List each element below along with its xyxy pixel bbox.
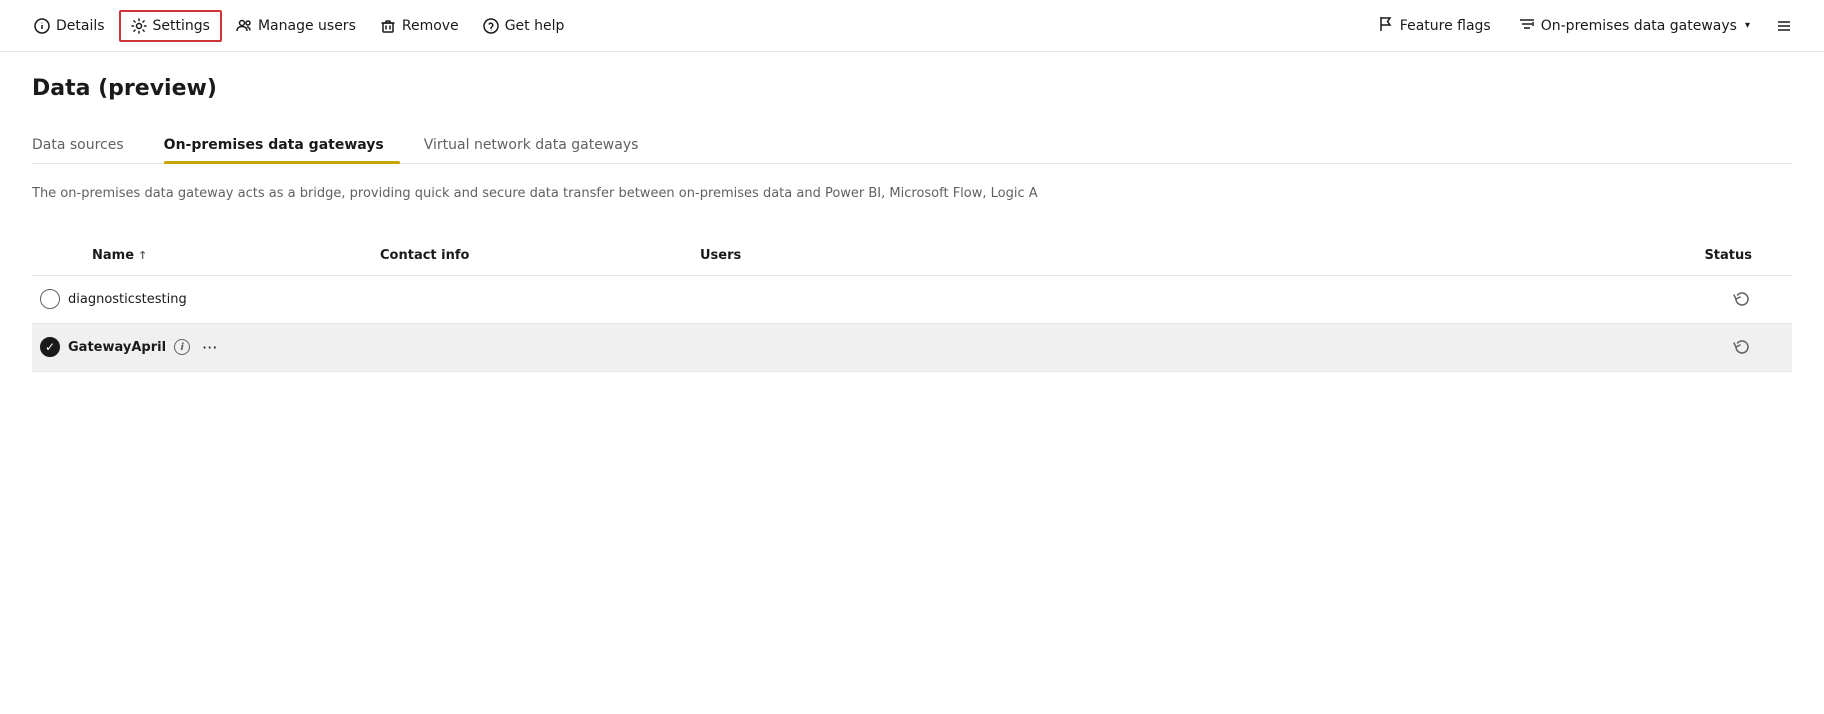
- flag-svg: [1378, 16, 1394, 32]
- row-1-name-cell: diagnosticstesting: [32, 281, 372, 317]
- chevron-down-icon: ▾: [1745, 20, 1750, 31]
- table-header: Name ↑ Contact info Users Status: [32, 236, 1792, 276]
- details-label: Details: [56, 18, 105, 34]
- manage-users-button[interactable]: Manage users: [226, 12, 366, 40]
- settings-button[interactable]: Settings: [119, 10, 222, 42]
- gear-icon: [131, 18, 147, 34]
- more-options-button[interactable]: [1768, 12, 1800, 40]
- get-help-label: Get help: [505, 18, 565, 34]
- manage-users-label: Manage users: [258, 18, 356, 34]
- row-2-more-button[interactable]: ···: [198, 336, 221, 359]
- gear-svg: [131, 18, 147, 34]
- on-premises-dropdown-label: On-premises data gateways: [1541, 18, 1737, 34]
- on-premises-dropdown-button[interactable]: On-premises data gateways ▾: [1509, 10, 1760, 42]
- toolbar-right: Feature flags On-premises data gateways …: [1368, 10, 1800, 42]
- question-svg: [483, 18, 499, 34]
- row-1-checkbox[interactable]: [40, 289, 60, 309]
- tabs-container: Data sources On-premises data gateways V…: [32, 129, 1792, 164]
- filter-svg: [1519, 16, 1535, 32]
- sort-arrow-name: ↑: [138, 249, 147, 262]
- info-circle-icon: [34, 18, 50, 34]
- trash-svg: [380, 18, 396, 34]
- column-header-name[interactable]: Name ↑: [32, 244, 372, 267]
- page-title: Data (preview): [32, 76, 1792, 101]
- table-row[interactable]: GatewayApril i ···: [32, 324, 1792, 372]
- row-1-users: [692, 291, 892, 307]
- row-1-contact: [372, 291, 692, 307]
- row-2-info-icon[interactable]: i: [174, 339, 190, 355]
- info-svg: [34, 18, 50, 34]
- details-button[interactable]: Details: [24, 12, 115, 40]
- toolbar: Details Settings Manage us: [0, 0, 1824, 52]
- people-svg: [236, 18, 252, 34]
- trash-icon: [380, 18, 396, 34]
- row-2-name: GatewayApril: [68, 340, 166, 355]
- gateway-table: Name ↑ Contact info Users Status diagnos…: [32, 236, 1792, 372]
- settings-label: Settings: [153, 18, 210, 34]
- flag-icon: [1378, 16, 1394, 36]
- refresh-status-icon-2: [1732, 337, 1752, 357]
- filter-icon: [1519, 16, 1535, 36]
- row-2-users: [692, 339, 892, 355]
- remove-button[interactable]: Remove: [370, 12, 469, 40]
- people-icon: [236, 18, 252, 34]
- column-header-users: Users: [692, 244, 892, 267]
- column-header-status: Status: [892, 244, 1792, 267]
- feature-flags-label: Feature flags: [1400, 18, 1491, 34]
- row-2-status: [892, 329, 1792, 365]
- row-2-checkbox[interactable]: [40, 337, 60, 357]
- three-lines-icon: [1776, 18, 1792, 34]
- column-header-contact: Contact info: [372, 244, 692, 267]
- toolbar-left: Details Settings Manage us: [24, 10, 1368, 42]
- main-content: Data (preview) Data sources On-premises …: [0, 52, 1824, 396]
- table-row[interactable]: diagnosticstesting: [32, 276, 1792, 324]
- tab-virtual-network[interactable]: Virtual network data gateways: [424, 129, 655, 163]
- refresh-status-icon: [1732, 289, 1752, 309]
- question-circle-icon: [483, 18, 499, 34]
- row-2-name-cell: GatewayApril i ···: [32, 328, 372, 367]
- row-1-status: [892, 281, 1792, 317]
- get-help-button[interactable]: Get help: [473, 12, 575, 40]
- remove-label: Remove: [402, 18, 459, 34]
- row-2-contact: [372, 339, 692, 355]
- description-text: The on-premises data gateway acts as a b…: [32, 184, 1792, 204]
- tab-on-premises[interactable]: On-premises data gateways: [164, 129, 400, 163]
- tab-data-sources[interactable]: Data sources: [32, 129, 140, 163]
- row-2-name-group: GatewayApril i ···: [68, 336, 221, 359]
- feature-flags-button[interactable]: Feature flags: [1368, 10, 1501, 42]
- row-1-name: diagnosticstesting: [68, 292, 187, 307]
